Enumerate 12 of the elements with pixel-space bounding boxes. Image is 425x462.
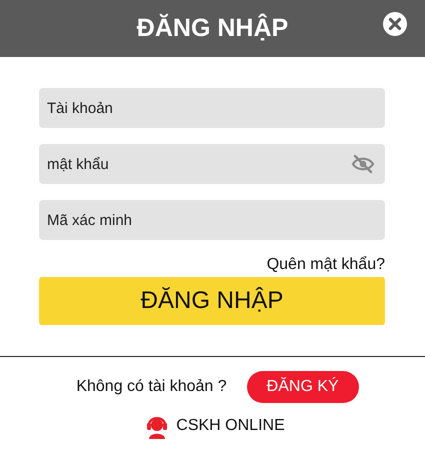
close-button[interactable] <box>383 12 407 36</box>
register-button[interactable]: ĐĂNG KÝ <box>246 371 359 403</box>
password-field[interactable]: mật khẩu <box>39 144 385 184</box>
login-button[interactable]: ĐĂNG NHẬP <box>39 277 385 325</box>
forgot-password-link[interactable]: Quên mật khẩu? <box>266 256 385 274</box>
close-icon <box>383 12 407 36</box>
eye-slash-icon[interactable] <box>351 154 375 174</box>
dialog-title: ĐĂNG NHẬP <box>136 14 288 43</box>
support-link[interactable]: CSKH ONLINE <box>146 413 285 439</box>
input-field[interactable]: Tài khoản <box>39 88 385 128</box>
register-prompt: Không có tài khoản ? <box>76 378 227 396</box>
input-field[interactable]: Mã xác minh <box>39 200 385 240</box>
